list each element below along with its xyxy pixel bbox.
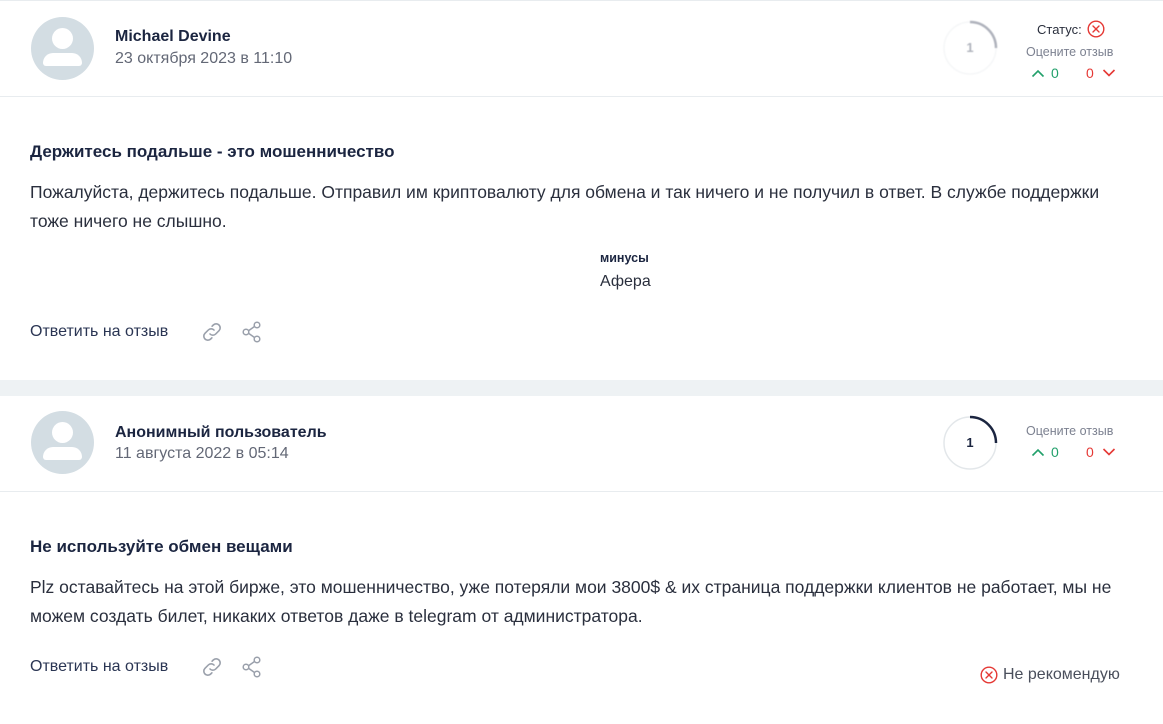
review-title: Держитесь подальше - это мошенничество	[30, 142, 395, 161]
link-icon[interactable]	[200, 655, 224, 679]
link-icon[interactable]	[200, 320, 224, 344]
author-name[interactable]: Анонимный пользователь	[115, 424, 327, 442]
chevron-down-icon	[1102, 448, 1115, 456]
recommendation-label: Не рекомендую	[1003, 666, 1120, 683]
not-recommend-badge: Не рекомендую	[980, 666, 1120, 684]
rating-score: 1	[966, 435, 974, 450]
author-name[interactable]: Michael Devine	[115, 28, 231, 46]
rating-score: 1	[966, 40, 974, 55]
header-divider	[0, 96, 1163, 97]
review-text: Пожалуйста, держитесь подальше. Отправил…	[30, 182, 1100, 231]
vote-down-button[interactable]: 0	[1086, 65, 1116, 81]
review-title: Не используйте обмен вещами	[30, 537, 293, 556]
vote-down-button[interactable]: 0	[1086, 444, 1116, 460]
user-avatar-icon	[31, 411, 94, 474]
review-card-1: Michael Devine 23 октября 2023 в 11:10 1…	[0, 0, 1163, 380]
vote-up-button[interactable]: 0	[1031, 444, 1059, 460]
review-date: 11 августа 2022 в 05:14	[115, 445, 289, 462]
header-divider	[0, 491, 1163, 492]
reply-link[interactable]: Ответить на отзыв	[30, 323, 168, 341]
reviews-separator	[0, 380, 1163, 396]
review-status: Статус:	[1037, 20, 1105, 38]
review-text: Plz оставайтесь на этой бирже, это мошен…	[30, 577, 1112, 626]
chevron-up-icon	[1031, 448, 1045, 457]
review-date: 23 октября 2023 в 11:10	[115, 50, 293, 67]
rate-review-label: Оцените отзыв	[1026, 45, 1114, 59]
share-icon[interactable]	[240, 655, 264, 679]
share-icon[interactable]	[240, 320, 264, 344]
status-cross-icon	[1087, 20, 1105, 38]
vote-up-count: 0	[1051, 444, 1059, 460]
vote-down-count: 0	[1086, 444, 1094, 460]
not-recommend-cross-icon	[980, 666, 998, 684]
chevron-up-icon	[1031, 69, 1045, 78]
rate-review-label: Оцените отзыв	[1026, 424, 1114, 438]
rating-ring: 1	[942, 20, 998, 76]
chevron-down-icon	[1102, 69, 1115, 77]
vote-down-count: 0	[1086, 65, 1094, 81]
cons-value: Афера	[600, 273, 651, 290]
vote-up-count: 0	[1051, 65, 1059, 81]
cons-label: минусы	[600, 251, 649, 265]
status-label: Статус:	[1037, 21, 1082, 37]
reply-link[interactable]: Ответить на отзыв	[30, 658, 168, 676]
vote-up-button[interactable]: 0	[1031, 65, 1059, 81]
top-divider	[0, 0, 1163, 1]
user-avatar-icon	[31, 17, 94, 80]
rating-ring: 1	[942, 415, 998, 471]
